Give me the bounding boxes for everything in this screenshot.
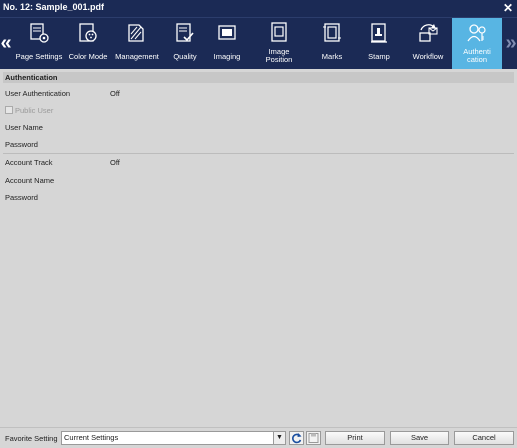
tab-label: Marks	[321, 52, 343, 61]
favorite-setting-label: Favorite Setting	[5, 434, 58, 443]
color-mode-icon	[79, 23, 97, 42]
save-favorite-button[interactable]	[306, 431, 321, 445]
print-button[interactable]: Print	[325, 431, 385, 445]
public-user-option: Public User	[5, 106, 53, 115]
tab-label: Imaging	[213, 52, 241, 61]
account-track-label: Account Track	[5, 158, 53, 167]
tab-authentication[interactable]: Authenti cation	[452, 18, 502, 70]
tab-image-position[interactable]: Image Position	[248, 18, 310, 70]
tab-label: Image Position	[265, 47, 293, 64]
imaging-icon	[218, 25, 236, 40]
marks-icon	[323, 23, 341, 42]
scroll-left-icon[interactable]: «	[0, 28, 12, 58]
favorite-setting-value: Current Settings	[64, 433, 119, 442]
authentication-icon	[467, 24, 486, 42]
save-button[interactable]: Save	[390, 431, 449, 445]
floppy-disk-icon	[308, 433, 319, 443]
refresh-button[interactable]	[289, 431, 304, 445]
authentication-panel: Authentication User Authentication Off P…	[0, 69, 517, 427]
close-icon[interactable]: ✕	[503, 0, 513, 16]
refresh-icon	[292, 433, 302, 444]
password-label: Password	[5, 140, 38, 149]
user-authentication-label: User Authentication	[5, 89, 71, 98]
public-user-label: Public User	[15, 106, 54, 115]
tab-label: Color Mode	[68, 52, 108, 61]
section-header-authentication: Authentication	[3, 72, 514, 83]
tab-quality[interactable]: Quality	[164, 18, 206, 70]
tab-label: Management	[115, 52, 159, 61]
workflow-icon	[419, 24, 438, 42]
tab-management[interactable]: Management	[110, 18, 164, 70]
user-authentication-value[interactable]: Off	[110, 89, 120, 98]
tab-label: Stamp	[368, 52, 390, 61]
tab-label: Quality	[173, 52, 197, 61]
title-bar: No. 12: Sample_001.pdf ✕	[0, 0, 517, 17]
chevron-down-icon[interactable]: ▼	[273, 432, 285, 444]
account-password-label: Password	[5, 193, 38, 202]
tab-label: Page Settings	[15, 52, 63, 61]
account-name-label: Account Name	[5, 176, 55, 185]
tab-label: Workflow	[412, 52, 444, 61]
tab-color-mode[interactable]: Color Mode	[66, 18, 110, 70]
function-toolbar: « Page Settings Color Mode Management Qu…	[0, 17, 517, 70]
cancel-button[interactable]: Cancel	[454, 431, 514, 445]
image-position-icon	[271, 22, 287, 42]
tab-label: Authenti cation	[463, 47, 491, 64]
divider	[3, 153, 514, 154]
favorite-setting-select[interactable]: Current Settings ▼	[61, 431, 286, 445]
page-settings-icon	[30, 23, 49, 43]
tab-stamp[interactable]: Stamp	[354, 18, 404, 70]
footer-bar: Favorite Setting Current Settings ▼ Prin…	[0, 427, 517, 448]
window-title: No. 12: Sample_001.pdf	[3, 2, 105, 12]
account-track-value[interactable]: Off	[110, 158, 120, 167]
tab-imaging[interactable]: Imaging	[206, 18, 248, 70]
tab-workflow[interactable]: Workflow	[404, 18, 452, 70]
public-user-checkbox[interactable]	[5, 106, 13, 114]
user-name-label: User Name	[5, 123, 43, 132]
tab-page-settings[interactable]: Page Settings	[12, 18, 66, 70]
scroll-right-icon[interactable]: »	[505, 28, 517, 58]
management-icon	[128, 24, 144, 42]
quality-icon	[176, 23, 194, 42]
stamp-icon	[371, 23, 387, 43]
tab-marks[interactable]: Marks	[310, 18, 354, 70]
